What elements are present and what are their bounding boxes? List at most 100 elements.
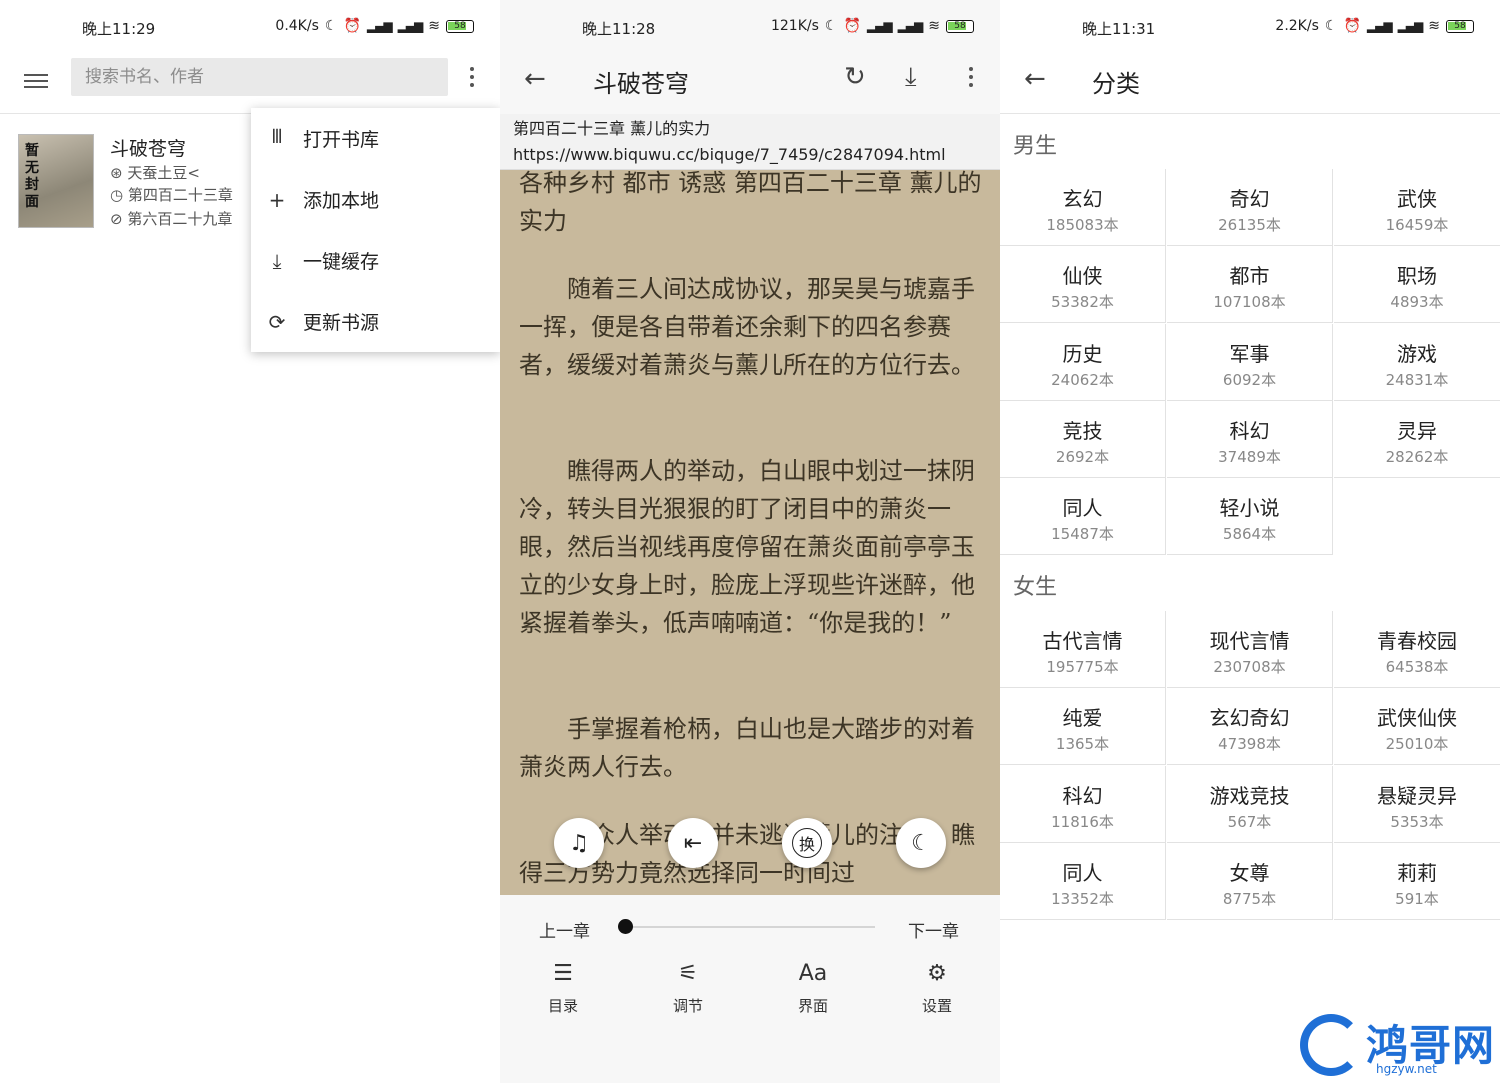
category-cell[interactable]: 武侠 16459本 <box>1334 169 1500 246</box>
category-cell[interactable]: 玄幻奇幻 47398本 <box>1167 688 1333 766</box>
refresh-icon[interactable]: ↻ <box>844 62 866 92</box>
category-cell[interactable]: 游戏 24831本 <box>1334 324 1500 401</box>
hamburger-menu-icon[interactable] <box>24 70 48 92</box>
book-author: 天蚕土豆< <box>127 164 200 182</box>
category-name: 莉莉 <box>1397 860 1437 885</box>
category-cell[interactable]: 科幻 37489本 <box>1167 400 1333 478</box>
category-cell[interactable]: 古代言情 195775本 <box>1000 611 1166 688</box>
category-cell[interactable]: 同人 13352本 <box>1000 842 1166 920</box>
network-speed: 0.4K/s <box>275 18 319 34</box>
category-count: 6092本 <box>1222 370 1277 389</box>
category-name: 都市 <box>1229 264 1270 289</box>
alarm-icon: ⏰ <box>343 18 361 34</box>
category-cell[interactable]: 军事 6092本 <box>1167 323 1333 401</box>
back-arrow-icon[interactable]: ← <box>524 64 546 94</box>
reading-page[interactable]: 各种乡村 都市 诱惑 第四百二十三章 薰儿的实力 随着三人间达成协议，那吴昊与琥… <box>500 170 1000 895</box>
category-cell[interactable]: 悬疑灵异 5353本 <box>1334 766 1500 843</box>
battery-level: 58 <box>1454 20 1466 31</box>
nav-interface[interactable]: Aa 界面 <box>783 961 843 1016</box>
nav-adjust[interactable]: ⚟ 调节 <box>658 961 718 1016</box>
refresh-icon: ⟳ <box>268 309 286 334</box>
menu-item-add-local[interactable]: + 添加本地 <box>251 169 500 230</box>
category-name: 游戏竞技 <box>1209 783 1290 808</box>
status-bar: 晚上11:31 2.2K/s ☾ ⏰ ▂▄▆ ▂▄▆ ≋ 58 <box>1000 0 1500 56</box>
status-bar: 晚上11:28 121K/s ☾ ⏰ ▂▄▆ ▂▄▆ ≋ 58 <box>500 0 1000 56</box>
more-options-icon[interactable] <box>462 62 482 92</box>
category-count: 2692本 <box>1055 447 1110 466</box>
download-icon[interactable]: ⤓ <box>905 62 917 93</box>
next-chapter-button[interactable]: 下一章 <box>908 917 959 942</box>
overflow-menu: 𝍫 打开书库 + 添加本地 ⤓ 一键缓存 ⟳ 更新书源 <box>251 108 500 352</box>
category-cell[interactable]: 玄幻 185083本 <box>1000 169 1166 246</box>
category-name: 仙侠 <box>1062 264 1103 289</box>
category-count: 47398本 <box>1218 735 1281 754</box>
menu-item-open-library[interactable]: 𝍫 打开书库 <box>251 108 500 169</box>
network-speed: 121K/s <box>770 18 819 34</box>
category-cell[interactable]: 职场 4893本 <box>1334 246 1500 324</box>
chapter-url[interactable]: https://www.biquwu.cc/biquge/7_7459/c284… <box>513 142 987 168</box>
menu-label: 更新书源 <box>303 312 380 334</box>
category-cell[interactable]: 同人 15487本 <box>1000 478 1166 556</box>
category-cell[interactable]: 青春校园 64538本 <box>1334 611 1500 688</box>
category-count: 37489本 <box>1218 447 1281 466</box>
category-cell[interactable]: 纯爱 1365本 <box>1000 688 1166 766</box>
paragraph: 瞧得两人的举动，白山眼中划过一抹阴冷，转头目光狠狠的盯了闭目中的萧炎一眼，然后当… <box>519 457 975 637</box>
category-cell[interactable]: 现代言情 230708本 <box>1167 611 1333 688</box>
category-name: 青春校园 <box>1377 629 1457 653</box>
category-cell[interactable]: 历史 24062本 <box>1000 323 1166 401</box>
category-cell[interactable]: 都市 107108本 <box>1167 246 1333 324</box>
category-cell[interactable]: 科幻 11816本 <box>1000 765 1166 843</box>
paragraph: 手掌握着枪柄，白山也是大踏步的对着萧炎两人行去。 <box>519 715 975 781</box>
category-name: 悬疑灵异 <box>1377 783 1457 808</box>
moon-icon: ☾ <box>324 18 338 34</box>
category-cell[interactable]: 游戏竞技 567本 <box>1167 765 1333 843</box>
category-count: 24831本 <box>1385 370 1449 389</box>
nav-catalog[interactable]: ☰ 目录 <box>533 961 593 1016</box>
category-cell[interactable]: 仙侠 53382本 <box>1000 246 1166 324</box>
status-icons: 0.4K/s ☾ ⏰ ▂▄▆ ▂▄▆ ≋ 58 <box>275 18 474 34</box>
back-arrow-icon[interactable]: ← <box>1024 64 1046 94</box>
category-name: 科幻 <box>1062 783 1103 808</box>
chapter-progress-slider[interactable] <box>625 926 875 928</box>
reader-screen: 晚上11:28 121K/s ☾ ⏰ ▂▄▆ ▂▄▆ ≋ 58 ← 斗破苍穹 ↻… <box>500 0 1000 1083</box>
swap-source-icon[interactable]: 换 <box>782 818 832 868</box>
status-icons: 121K/s ☾ ⏰ ▂▄▆ ▂▄▆ ≋ 58 <box>771 18 974 34</box>
signal-icon: ▂▄▆ <box>366 19 393 33</box>
menu-item-cache-all[interactable]: ⤓ 一键缓存 <box>251 230 500 291</box>
category-cell[interactable]: 武侠仙侠 25010本 <box>1334 688 1500 766</box>
watermark-domain: hgzyw.net <box>1376 1062 1437 1076</box>
category-screen: 晚上11:31 2.2K/s ☾ ⏰ ▂▄▆ ▂▄▆ ≋ 58 ← 分类 男生 … <box>1000 0 1500 1083</box>
category-count: 11816本 <box>1051 812 1114 831</box>
watermark-logo: 鸿哥网 hgzyw.net <box>1298 1012 1498 1082</box>
search-input[interactable] <box>71 58 448 96</box>
category-name: 灵异 <box>1397 418 1437 443</box>
category-count: 567本 <box>1227 812 1272 831</box>
library-icon: 𝍫 <box>272 123 282 148</box>
category-count: 26135本 <box>1218 216 1281 234</box>
section-male: 男生 <box>1013 134 1058 159</box>
prev-chapter-button[interactable]: 上一章 <box>539 917 590 942</box>
category-cell[interactable]: 竞技 2692本 <box>1000 400 1166 478</box>
category-count: 230708本 <box>1213 658 1286 676</box>
category-name: 竞技 <box>1062 418 1103 443</box>
more-options-icon[interactable] <box>961 62 981 92</box>
category-count: 195775本 <box>1046 658 1119 676</box>
night-mode-icon[interactable]: ☾ <box>896 818 946 868</box>
plus-icon: + <box>268 187 286 212</box>
menu-item-update-source[interactable]: ⟳ 更新书源 <box>251 291 500 352</box>
category-cell[interactable]: 灵异 28262本 <box>1334 401 1500 478</box>
exit-icon[interactable]: ⇤ <box>668 818 718 868</box>
paragraph: 随着三人间达成协议，那吴昊与琥嘉手一挥，便是各自带着还余剩下的四名参赛者，缓缓对… <box>519 275 975 379</box>
status-time: 晚上11:28 <box>582 20 656 38</box>
headphones-icon[interactable]: ♫ <box>554 818 604 868</box>
category-cell[interactable]: 奇幻 26135本 <box>1167 169 1333 246</box>
category-name: 纯爱 <box>1062 706 1103 731</box>
category-cell[interactable]: 莉莉 591本 <box>1334 843 1500 920</box>
nav-settings[interactable]: ⚙ 设置 <box>907 961 967 1016</box>
current-chapter-row: ◷ 第四百二十三章 <box>110 184 233 205</box>
book-title: 斗破苍穹 <box>110 138 187 160</box>
slider-thumb[interactable] <box>618 919 633 934</box>
category-cell[interactable]: 轻小说 5864本 <box>1167 478 1333 556</box>
battery-icon: 58 <box>1446 19 1474 33</box>
category-cell[interactable]: 女尊 8775本 <box>1167 842 1333 920</box>
